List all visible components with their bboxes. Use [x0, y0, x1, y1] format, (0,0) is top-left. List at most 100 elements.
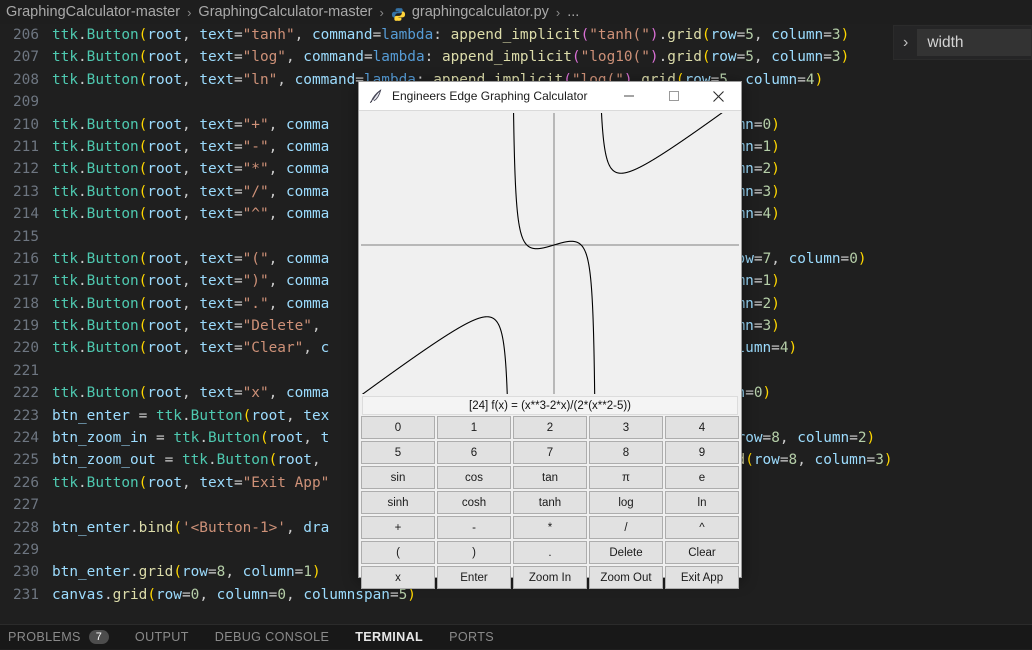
function-plot	[361, 113, 739, 394]
code-token: command	[303, 49, 364, 66]
calc-button-exit-app[interactable]: Exit App	[665, 566, 739, 589]
code-token: ,	[753, 49, 772, 66]
breadcrumb-item-2[interactable]: graphingcalculator.py	[410, 4, 551, 20]
calculator-titlebar[interactable]: Engineers Edge Graphing Calculator	[359, 82, 741, 111]
calc-button-zoom-out[interactable]: Zoom Out	[589, 566, 663, 589]
code-token: ,	[311, 318, 330, 335]
code-token: 4	[805, 71, 815, 88]
code-token: btn_enter	[52, 519, 130, 536]
code-token: row	[181, 564, 208, 581]
calc-button-sin[interactable]: sin	[361, 466, 435, 489]
code-token: .	[129, 519, 139, 536]
code-token: bind	[138, 519, 174, 536]
code-token: ,	[268, 273, 286, 290]
panel-tab-output[interactable]: OUTPUT	[135, 625, 189, 650]
code-token: 4	[779, 340, 789, 357]
calc-button-+[interactable]: +	[361, 516, 435, 539]
calc-button-/[interactable]: /	[589, 516, 663, 539]
breadcrumb-item-0[interactable]: GraphingCalculator-master	[4, 4, 182, 20]
calc-button-tan[interactable]: tan	[513, 466, 587, 489]
code-token: .	[78, 318, 87, 335]
code-token: comma	[285, 161, 330, 178]
code-token: ttk	[173, 430, 200, 447]
panel-tabbar: PROBLEMS 7 OUTPUT DEBUG CONSOLE TERMINAL PORT…	[0, 624, 1032, 649]
calc-button--[interactable]: -	[437, 516, 511, 539]
calc-button-([interactable]: (	[361, 541, 435, 564]
code-token: .	[207, 452, 217, 469]
code-token: ")"	[242, 273, 269, 290]
code-token: Button	[86, 273, 139, 290]
code-token: 4	[762, 206, 772, 223]
code-token: root	[147, 138, 182, 155]
code-token: comma	[285, 206, 330, 223]
calc-button-9[interactable]: 9	[665, 441, 739, 464]
code-token: .	[78, 27, 87, 43]
code-token: "-"	[242, 138, 269, 155]
calc-button-enter[interactable]: Enter	[437, 566, 511, 589]
breadcrumb-item-3[interactable]: ...	[565, 4, 581, 20]
code-line[interactable]: 206 ttk.Button(root, text="tanh", command…	[0, 24, 1032, 46]
calc-button-8[interactable]: 8	[589, 441, 663, 464]
calc-button-π[interactable]: π	[589, 466, 663, 489]
calc-button-*[interactable]: *	[513, 516, 587, 539]
calc-button-e[interactable]: e	[665, 466, 739, 489]
calc-button-.[interactable]: .	[513, 541, 587, 564]
chevron-right-icon[interactable]: ›	[894, 34, 917, 51]
calc-button-2[interactable]: 2	[513, 416, 587, 439]
code-token: (	[242, 407, 252, 424]
calc-button-3[interactable]: 3	[589, 416, 663, 439]
code-token: column	[771, 49, 824, 66]
code-token: =	[753, 183, 763, 200]
calc-button-4[interactable]: 4	[665, 416, 739, 439]
code-token: root	[147, 318, 182, 335]
graphing-calculator-window[interactable]: Engineers Edge Graphing Calculator [24] …	[358, 81, 742, 589]
close-icon[interactable]	[696, 82, 741, 111]
editor-hover-widget[interactable]: › width	[893, 25, 1032, 60]
calc-button-)[interactable]: )	[437, 541, 511, 564]
code-token: )	[771, 183, 780, 200]
calc-button-tanh[interactable]: tanh	[513, 491, 587, 514]
line-number: 213	[13, 183, 39, 200]
breadcrumb-item-1[interactable]: GraphingCalculator-master	[196, 4, 374, 20]
panel-tab-terminal[interactable]: TERMINAL	[355, 625, 423, 650]
code-token: )	[883, 452, 893, 469]
graph-canvas[interactable]	[361, 112, 739, 394]
calc-button-sinh[interactable]: sinh	[361, 491, 435, 514]
line-number: 217	[13, 273, 39, 290]
code-token: root	[147, 116, 182, 133]
calc-button-cos[interactable]: cos	[437, 466, 511, 489]
code-line[interactable]: 207 ttk.Button(root, text="log", command=…	[0, 46, 1032, 68]
calc-button-7[interactable]: 7	[513, 441, 587, 464]
calc-button-6[interactable]: 6	[437, 441, 511, 464]
code-token: =	[753, 295, 763, 312]
code-token: ttk	[52, 318, 78, 335]
calc-button-clear[interactable]: Clear	[665, 541, 739, 564]
code-token: :	[424, 49, 442, 66]
calc-button-5[interactable]: 5	[361, 441, 435, 464]
calc-button-cosh[interactable]: cosh	[437, 491, 511, 514]
code-token: =	[233, 295, 243, 312]
calc-button-x[interactable]: x	[361, 566, 435, 589]
calc-button-ln[interactable]: ln	[665, 491, 739, 514]
code-token: =	[233, 385, 243, 402]
code-token: =	[753, 161, 763, 178]
panel-tab-problems[interactable]: PROBLEMS 7	[8, 625, 109, 650]
code-token: )	[762, 385, 772, 402]
code-token: (	[701, 27, 711, 43]
calc-button-0[interactable]: 0	[361, 416, 435, 439]
code-token: column	[745, 71, 798, 88]
calc-button-log[interactable]: log	[589, 491, 663, 514]
calc-button-1[interactable]: 1	[437, 416, 511, 439]
code-token: ,	[277, 71, 295, 88]
calc-button-^[interactable]: ^	[665, 516, 739, 539]
panel-tab-ports[interactable]: PORTS	[449, 625, 494, 650]
minimize-icon[interactable]	[606, 82, 651, 111]
calc-button-delete[interactable]: Delete	[589, 541, 663, 564]
code-token: "x"	[242, 385, 269, 402]
calc-button-zoom-in[interactable]: Zoom In	[513, 566, 587, 589]
maximize-icon[interactable]	[651, 82, 696, 111]
line-number: 215	[13, 228, 39, 245]
code-token: grid	[138, 564, 174, 581]
code-token: =	[233, 474, 243, 491]
panel-tab-debug-console[interactable]: DEBUG CONSOLE	[215, 625, 329, 650]
